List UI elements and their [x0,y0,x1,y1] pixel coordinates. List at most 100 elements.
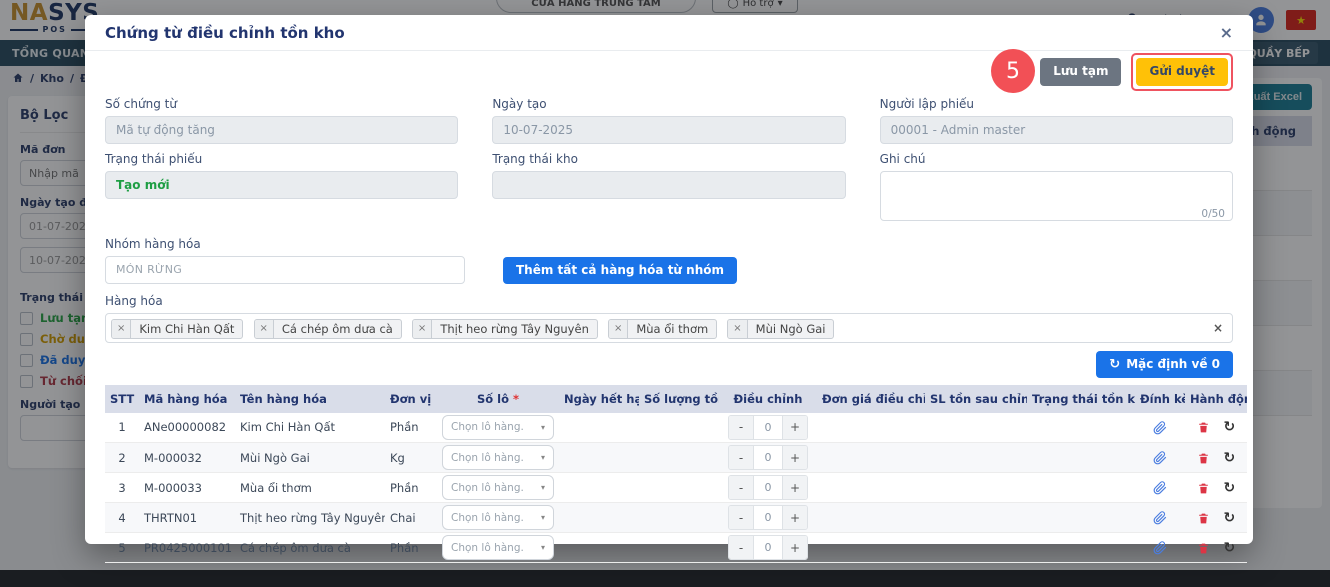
row-stock-status [1027,532,1135,564]
row-actions-cell: ↻ [1185,412,1247,444]
product-group-label: Nhóm hàng hóa [105,237,201,251]
paperclip-icon[interactable] [1153,481,1167,495]
clear-all-icon[interactable]: × [1213,321,1223,335]
row-qty-after [925,442,1027,474]
row-stt: 4 [105,502,139,534]
trash-icon[interactable] [1197,452,1210,465]
modal-actions: 5 Lưu tạm Gửi duyệt [105,49,1233,93]
remove-tag-icon[interactable]: × [728,319,748,338]
add-all-from-group-button[interactable]: Thêm tất cả hàng hóa từ nhóm [503,256,737,284]
minus-button[interactable]: - [729,506,753,530]
paperclip-icon[interactable] [1153,420,1167,435]
row-lot-cell: Chọn lô hàng. ▾ [437,532,559,564]
lot-select[interactable]: Chọn lô hàng. ▾ [442,535,554,561]
minus-button[interactable]: - [729,415,753,439]
chevron-down-icon: ▾ [540,422,545,432]
row-expiry [559,442,639,474]
row-actions-cell: ↻ [1185,472,1247,504]
quantity-stepper[interactable]: - 0 + [728,445,808,471]
table-row: 3 M-000033 Mùa ổi thơm Phần Chọn lô hàng… [105,472,1247,504]
row-qty-after [925,472,1027,504]
col-expiry: Ngày hết hạn [559,384,639,413]
quantity-stepper[interactable]: - 0 + [728,475,808,501]
submit-approval-button[interactable]: Gửi duyệt [1136,58,1228,86]
remove-tag-icon[interactable]: × [412,319,433,338]
plus-button[interactable]: + [783,476,807,500]
row-expiry [559,502,639,534]
reset-to-zero-button[interactable]: ↻ Mặc định về 0 [1096,350,1233,378]
remove-tag-icon[interactable]: × [254,319,274,338]
quantity-stepper[interactable]: - 0 + [728,535,808,561]
lot-select[interactable]: Chọn lô hàng. ▾ [442,414,554,440]
row-refresh-icon[interactable]: ↻ [1223,450,1235,466]
row-attachment-cell [1135,412,1185,444]
field-doc-status: Trạng thái phiếu Tạo mới [105,152,459,225]
products-section: Hàng hóa × Kim Chi Hàn Qất × Cá chép ôm … [85,284,1253,343]
product-tag: × Mùa ổi thơm [607,318,718,339]
quantity-value: 0 [753,506,783,530]
row-lot-cell: Chọn lô hàng. ▾ [437,442,559,474]
doc-no-input: Mã tự động tăng [105,116,459,144]
lot-select[interactable]: Chọn lô hàng. ▾ [442,505,554,531]
plus-button[interactable]: + [783,506,807,530]
quantity-value: 0 [753,476,783,500]
row-refresh-icon[interactable]: ↻ [1223,419,1235,435]
trash-icon[interactable] [1197,482,1210,495]
row-refresh-icon[interactable]: ↻ [1223,510,1235,526]
row-adjust-price [817,472,925,504]
row-adjust-price [817,532,925,564]
close-icon[interactable]: × [1220,24,1233,41]
lot-select[interactable]: Chọn lô hàng. ▾ [442,445,554,471]
minus-button[interactable]: - [729,536,753,560]
paperclip-icon[interactable] [1153,511,1167,525]
row-code: M-000033 [139,472,235,504]
paperclip-icon[interactable] [1153,451,1167,465]
row-stt: 3 [105,472,139,504]
save-draft-button[interactable]: Lưu tạm [1040,58,1122,86]
plus-button[interactable]: + [783,446,807,470]
row-qty-after [925,412,1027,444]
row-name: Cá chép ôm dưa cà [235,532,385,564]
col-actions: Hành động [1185,384,1247,413]
row-stock-qty [639,442,719,474]
product-tag: × Kim Chi Hàn Qất [111,318,244,339]
remove-tag-icon[interactable]: × [608,319,629,338]
row-attachment-cell [1135,472,1185,504]
tag-label: Mùi Ngò Gai [755,321,826,336]
creator-label: Người lập phiếu [879,97,975,111]
note-textarea[interactable] [879,171,1233,221]
doc-status-label: Trạng thái phiếu [105,152,203,166]
paperclip-icon[interactable] [1153,541,1167,555]
product-group-section: Nhóm hàng hóa MÓN RỪNG Thêm tất cả hàng … [85,225,1253,284]
product-group-input[interactable]: MÓN RỪNG [105,256,465,284]
trash-icon[interactable] [1197,512,1210,525]
table-header-row: STT Mã hàng hóa Tên hàng hóa Đơn vị Số l… [105,384,1247,413]
creator-input: 00001 - Admin master [879,116,1233,144]
tag-label: Mùa ổi thơm [636,321,709,336]
row-refresh-icon[interactable]: ↻ [1223,480,1235,496]
quantity-stepper[interactable]: - 0 + [728,505,808,531]
row-stock-qty [639,412,719,444]
row-adjust-cell: - 0 + [719,472,817,504]
minus-button[interactable]: - [729,476,753,500]
minus-button[interactable]: - [729,446,753,470]
products-multiselect[interactable]: × Kim Chi Hàn Qất × Cá chép ôm dưa cà × … [105,313,1233,343]
row-expiry [559,472,639,504]
row-expiry [559,532,639,564]
trash-icon[interactable] [1197,542,1210,555]
row-name: Thịt heo rừng Tây Nguyên [235,502,385,534]
lot-select[interactable]: Chọn lô hàng. ▾ [442,475,554,501]
trash-icon[interactable] [1197,421,1210,434]
remove-tag-icon[interactable]: × [112,319,132,338]
reset-row: ↻ Mặc định về 0 [85,343,1253,378]
chevron-down-icon: ▾ [540,513,545,523]
stock-status-label: Trạng thái kho [492,152,578,166]
quantity-stepper[interactable]: - 0 + [728,414,808,440]
row-lot-cell: Chọn lô hàng. ▾ [437,412,559,444]
row-name: Mùa ổi thơm [235,472,385,504]
row-actions-cell: ↻ [1185,442,1247,474]
plus-button[interactable]: + [783,536,807,560]
quantity-value: 0 [753,446,783,470]
row-refresh-icon[interactable]: ↻ [1223,540,1235,556]
plus-button[interactable]: + [783,415,807,439]
